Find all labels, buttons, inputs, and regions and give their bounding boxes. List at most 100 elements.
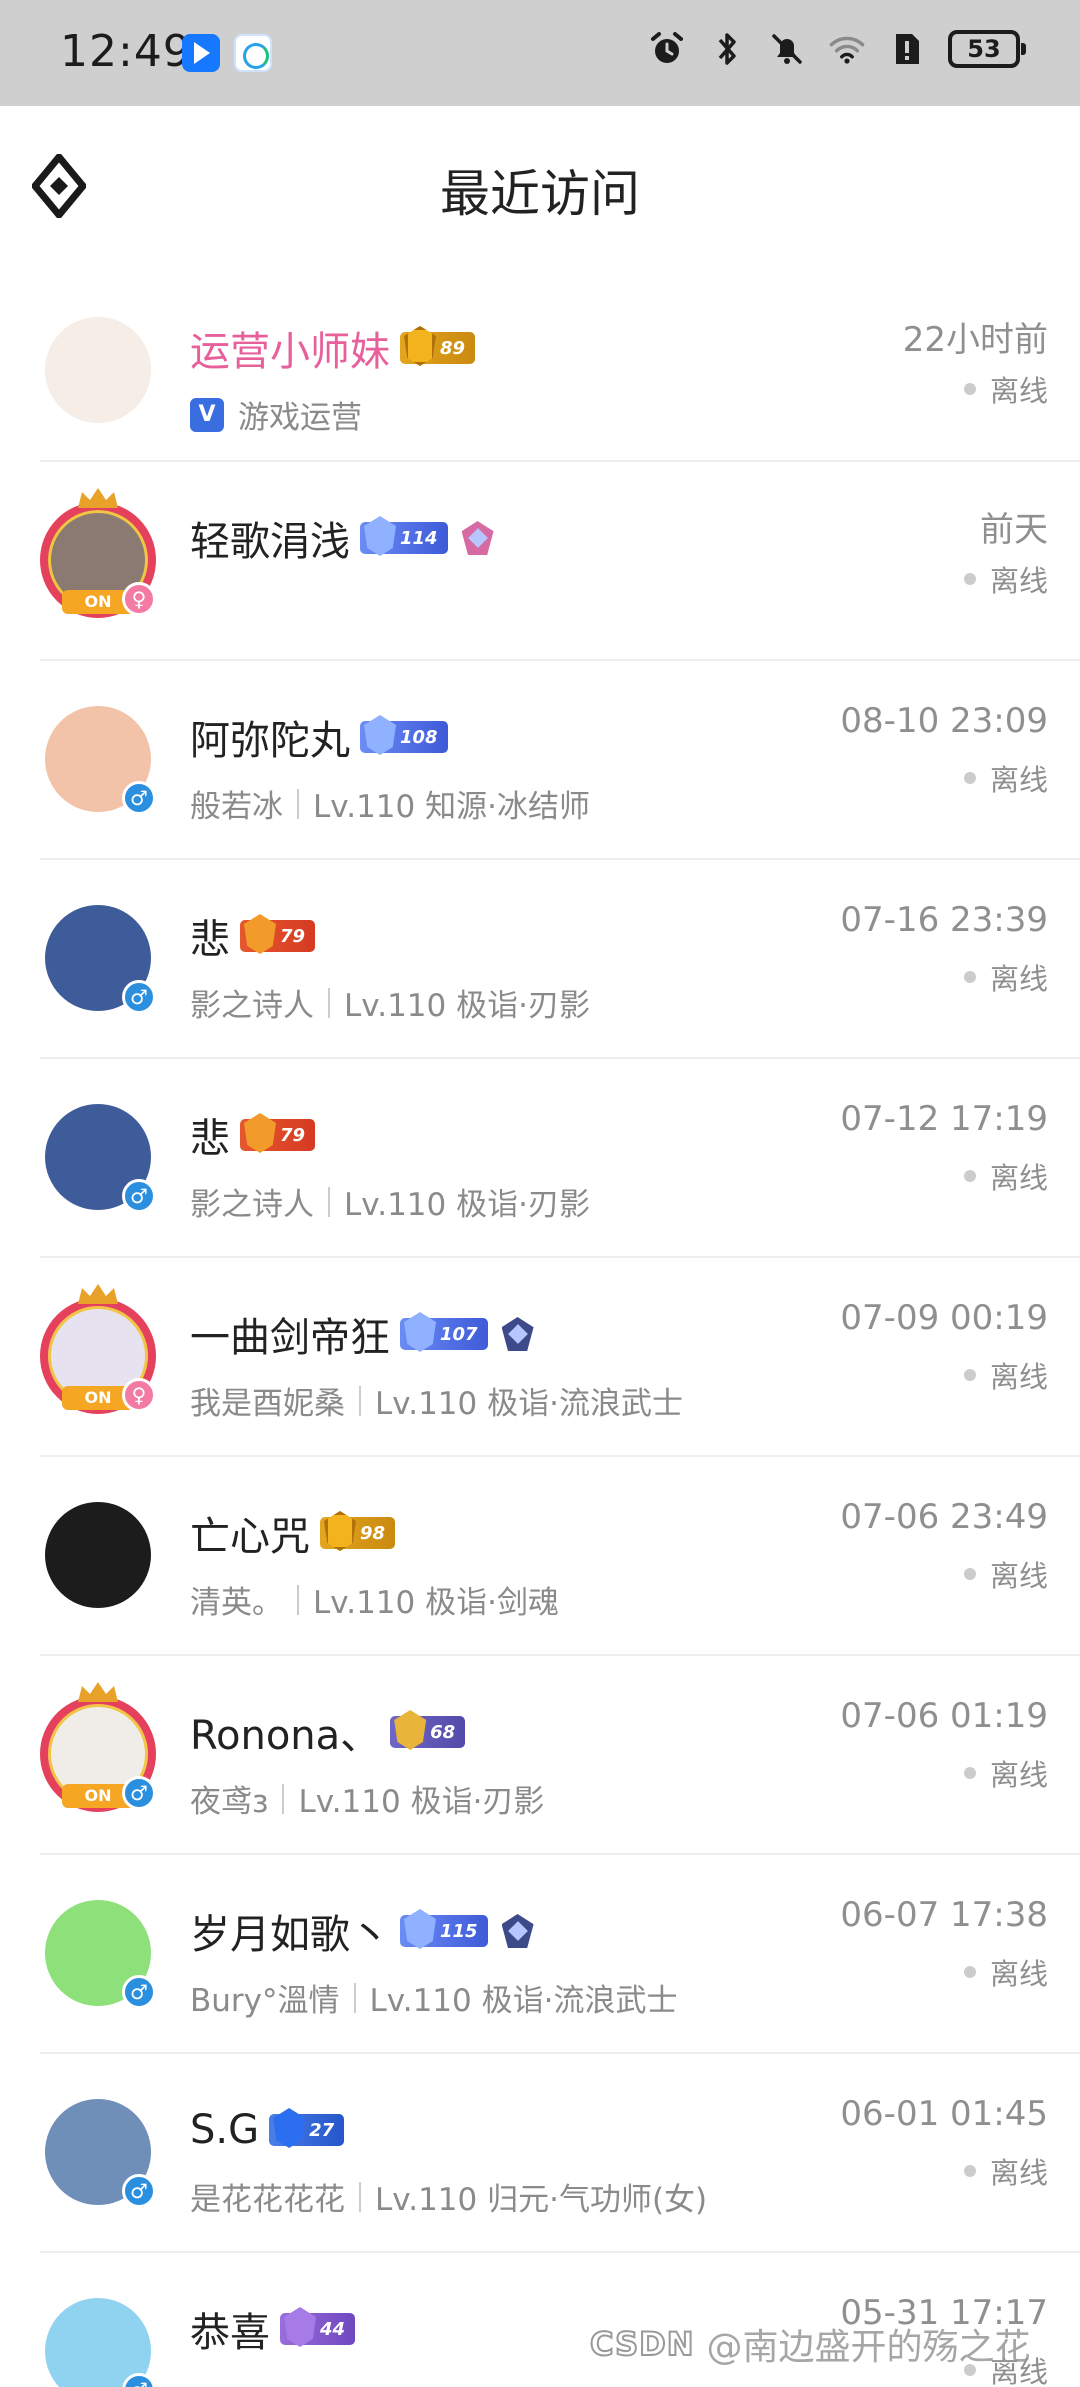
status-text: 离线 — [989, 2156, 1048, 2190]
character-level-class: Lv.110 归元·气功师(女) — [375, 2182, 708, 2218]
visit-time: 07-12 17:19 — [840, 1099, 1048, 1139]
verified-icon: V — [190, 397, 224, 432]
visit-time: 07-06 01:19 — [840, 1696, 1048, 1736]
visitor-row[interactable]: ♂ 岁月如歌丶 115 Bury°溫情 Lv.110 极诣·流浪武士 06-07 17:3… — [0, 1855, 1080, 2054]
level-badge: 108 — [360, 721, 448, 753]
avatar-image — [45, 317, 151, 423]
visitor-row[interactable]: ON ♂ Ronona、 68 夜鸢з Lv.110 极诣·刃影 07-06 01:19 离线 — [0, 1656, 1080, 1855]
character-name: 游戏运营 — [238, 400, 362, 436]
visit-time: 07-16 23:39 — [840, 900, 1048, 940]
avatar[interactable]: ♂ — [40, 701, 156, 817]
character-name: 清英。 — [190, 1585, 283, 1621]
level-badge: 114 — [360, 522, 448, 554]
watermark-logo: CSDN — [589, 2324, 695, 2364]
visitor-row[interactable]: ♂ 悲 79 影之诗人 Lv.110 极诣·刃影 07-16 23:39 离线 — [0, 860, 1080, 1059]
online-status: 离线 — [963, 1354, 1048, 1396]
divider — [297, 788, 299, 819]
status-dot-icon — [963, 1170, 976, 1182]
character-level-class: Lv.110 极诣·剑魂 — [313, 1585, 559, 1621]
character-name: Bury°溫情 — [190, 1983, 340, 2019]
battery-indicator: 53 — [948, 30, 1026, 68]
level-badge: 79 — [240, 920, 316, 952]
name-line: 轻歌涓浅 114 — [190, 508, 498, 568]
avatar[interactable]: ♂ — [40, 900, 156, 1016]
status-text: 离线 — [989, 374, 1048, 408]
name-line: 运营小师妹 89 — [190, 318, 476, 378]
name-line: 岁月如歌丶 115 — [190, 1901, 538, 1961]
status-time: 12:49 — [60, 26, 192, 77]
male-icon: ♂ — [122, 781, 156, 815]
visit-time: 前天 — [980, 510, 1048, 550]
name-line: S.G 27 — [190, 2100, 345, 2160]
visitor-row[interactable]: ♂ 阿弥陀丸 108 般若冰 Lv.110 知源·冰结师 08-10 23:09 离线 — [0, 661, 1080, 860]
status-bar: 12:49 53 — [0, 0, 1080, 106]
character-level-class: Lv.110 极诣·刃影 — [344, 988, 590, 1024]
honor-emblem-icon — [498, 1912, 538, 1950]
user-name[interactable]: 轻歌涓浅 — [190, 509, 350, 567]
avatar-frame-crown — [78, 1284, 118, 1304]
user-name[interactable]: 一曲剑帝狂 — [190, 1305, 390, 1363]
system-icons: 53 — [648, 30, 1026, 68]
status-text: 离线 — [989, 1161, 1048, 1195]
watermark-text: @南边盛开的殇之花 — [706, 2327, 1031, 2368]
page-header: 最近访问 — [0, 106, 1080, 272]
name-line: 一曲剑帝狂 107 — [190, 1304, 538, 1364]
female-icon: ♀ — [122, 1378, 156, 1412]
user-name[interactable]: 亡心咒 — [190, 1504, 310, 1562]
visitor-row[interactable]: 亡心咒 98 清英。 Lv.110 极诣·剑魂 07-06 23:49 离线 — [0, 1457, 1080, 1656]
user-name[interactable]: 岁月如歌丶 — [190, 1902, 390, 1960]
sub-line: 夜鸢з Lv.110 极诣·刃影 — [190, 1776, 544, 1821]
level-badge: 89 — [400, 332, 476, 364]
visitor-row[interactable]: ON ♀ 一曲剑帝狂 107 我是酉妮桑 Lv.110 极诣·流浪武士 07-09 00:1… — [0, 1258, 1080, 1457]
level-badge: 27 — [269, 2114, 345, 2146]
visit-time: 07-09 00:19 — [840, 1298, 1048, 1338]
sub-line: 影之诗人 Lv.110 极诣·刃影 — [190, 980, 590, 1025]
avatar[interactable] — [40, 312, 156, 428]
level-badge: 98 — [320, 1517, 396, 1549]
user-name[interactable]: 阿弥陀丸 — [190, 708, 350, 766]
avatar[interactable]: ON ♀ — [40, 488, 156, 618]
divider — [359, 1385, 361, 1416]
avatar[interactable]: ♂ — [40, 2094, 156, 2210]
status-dot-icon — [963, 1369, 976, 1381]
status-text: 离线 — [989, 962, 1048, 996]
user-name[interactable]: Ronona、 — [190, 1703, 380, 1761]
status-dot-icon — [963, 1767, 976, 1779]
visit-time: 08-10 23:09 — [840, 701, 1048, 741]
avatar[interactable]: ON ♀ — [40, 1284, 156, 1414]
divider — [359, 2181, 361, 2212]
status-dot-icon — [963, 1966, 976, 1978]
character-level-class: Lv.110 极诣·刃影 — [298, 1784, 545, 1820]
sub-line: V 游戏运营 — [190, 392, 362, 437]
status-text: 离线 — [989, 1957, 1048, 1991]
user-name[interactable]: 运营小师妹 — [190, 319, 390, 377]
visitor-row[interactable]: ♂ S.G 27 是花花花花 Lv.110 归元·气功师(女) 06-01 01:45 离线 — [0, 2054, 1080, 2253]
male-icon: ♂ — [122, 1776, 156, 1810]
visit-time: 06-07 17:38 — [840, 1895, 1048, 1935]
name-line: 恭喜 44 — [190, 2299, 356, 2359]
user-name[interactable]: 恭喜 — [190, 2300, 270, 2358]
avatar[interactable]: ♂ — [40, 1895, 156, 2011]
character-level-class: Lv.110 极诣·刃影 — [344, 1187, 590, 1223]
avatar-image — [45, 1502, 151, 1608]
user-name[interactable]: S.G — [190, 2107, 259, 2153]
avatar[interactable]: ♂ — [40, 2293, 156, 2387]
level-badge: 79 — [240, 1119, 316, 1151]
avatar[interactable] — [40, 1497, 156, 1613]
watermark: CSDN @南边盛开的殇之花 — [589, 2318, 1031, 2370]
user-name[interactable]: 悲 — [190, 907, 230, 965]
sim-icon — [888, 30, 926, 68]
online-status: 离线 — [963, 1553, 1048, 1595]
visitor-row[interactable]: 运营小师妹 89 V 游戏运营 22小时前 离线 — [0, 272, 1080, 462]
avatar[interactable]: ON ♂ — [40, 1682, 156, 1812]
visitor-row[interactable]: ♂ 悲 79 影之诗人 Lv.110 极诣·刃影 07-12 17:19 离线 — [0, 1059, 1080, 1258]
visitor-row[interactable]: ON ♀ 轻歌涓浅 114 前天 离线 — [0, 462, 1080, 661]
status-dot-icon — [963, 772, 976, 784]
user-name[interactable]: 悲 — [190, 1106, 230, 1164]
online-status: 离线 — [963, 956, 1048, 998]
name-line: 阿弥陀丸 108 — [190, 707, 448, 767]
status-dot-icon — [963, 383, 976, 395]
avatar[interactable]: ♂ — [40, 1099, 156, 1215]
male-icon: ♂ — [122, 2174, 156, 2208]
mute-icon — [768, 30, 806, 68]
